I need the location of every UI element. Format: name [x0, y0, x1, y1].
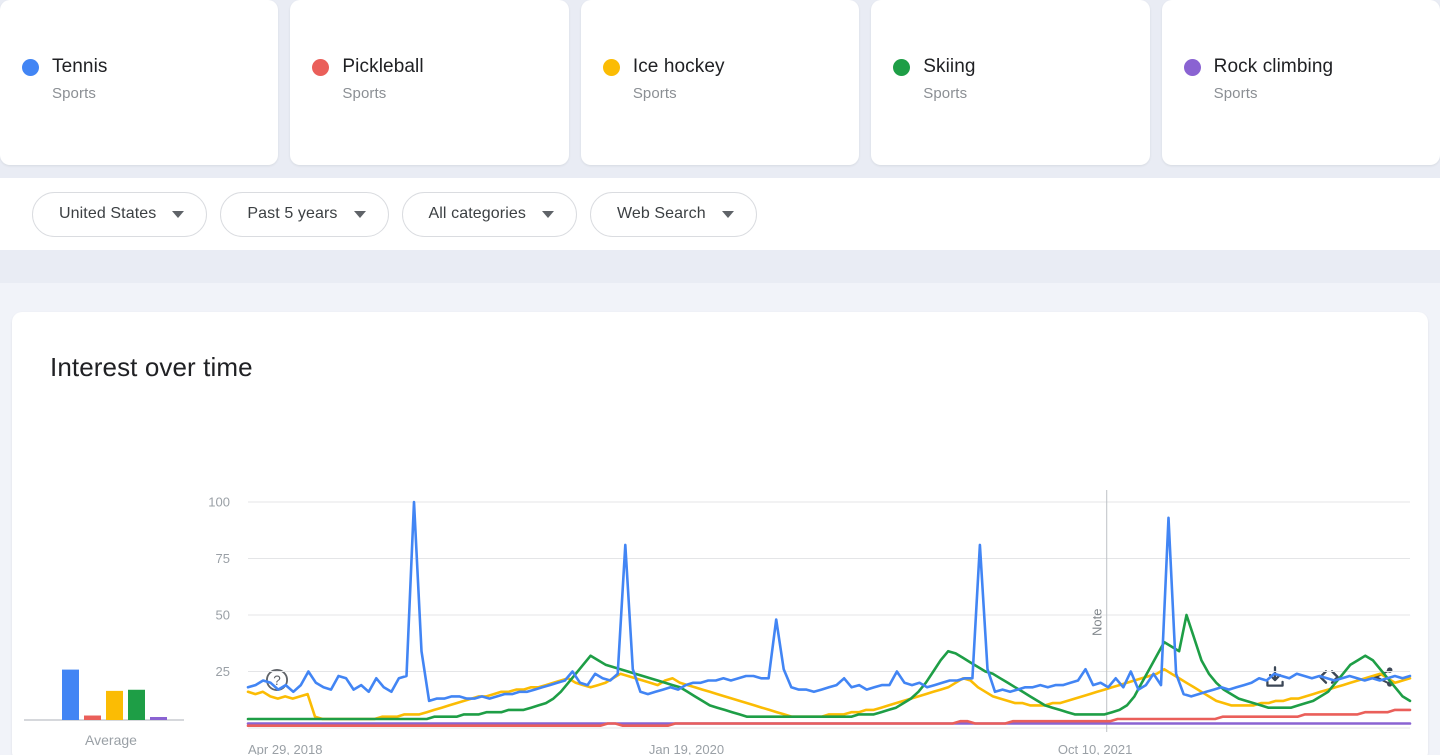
interest-over-time-chart[interactable]: 25 50 75 100 Note Apr 29, 2018 Jan 19, 2020 Oct…	[12, 424, 1428, 755]
term-color-dot	[22, 59, 39, 76]
average-bar	[128, 690, 145, 720]
filter-chip-region[interactable]: United States	[32, 192, 207, 237]
search-term-card[interactable]: Ice hockey Sports	[581, 0, 859, 165]
chart-line-skiing	[248, 615, 1410, 719]
term-color-dot	[1184, 59, 1201, 76]
term-category: Sports	[52, 85, 264, 102]
note-marker-label: Note	[1090, 609, 1105, 636]
chevron-down-icon	[722, 211, 734, 218]
search-term-card[interactable]: Rock climbing Sports	[1162, 0, 1440, 165]
y-axis-tick-label: 50	[216, 608, 230, 623]
panel-title: Interest over time	[50, 352, 253, 383]
term-category: Sports	[1214, 85, 1426, 102]
average-bar	[62, 670, 79, 720]
filter-chip-label: All categories	[429, 205, 526, 223]
filter-chip-time[interactable]: Past 5 years	[220, 192, 388, 237]
term-label: Tennis	[52, 56, 108, 78]
average-bar	[106, 691, 123, 720]
filter-chip-label: United States	[59, 205, 156, 223]
chevron-down-icon	[354, 211, 366, 218]
average-bar	[150, 717, 167, 720]
filter-chip-search[interactable]: Web Search	[590, 192, 757, 237]
filter-bar: United States Past 5 years All categories W…	[0, 178, 1440, 250]
term-category: Sports	[633, 85, 845, 102]
y-axis-tick-label: 75	[216, 551, 230, 566]
chevron-down-icon	[172, 211, 184, 218]
search-term-card[interactable]: Skiing Sports	[871, 0, 1149, 165]
term-color-dot	[603, 59, 620, 76]
term-category: Sports	[923, 85, 1135, 102]
average-chart-label: Average	[85, 732, 137, 748]
x-axis-tick-label: Apr 29, 2018	[248, 742, 322, 755]
y-axis-tick-label: 100	[208, 495, 230, 510]
term-color-dot	[312, 59, 329, 76]
term-category: Sports	[342, 85, 554, 102]
y-axis-tick-label: 25	[216, 664, 230, 679]
filter-chip-label: Past 5 years	[247, 205, 337, 223]
average-bar	[84, 716, 101, 720]
x-axis-tick-label: Oct 10, 2021	[1058, 742, 1132, 755]
search-term-card[interactable]: Pickleball Sports	[290, 0, 568, 165]
filter-chip-label: Web Search	[617, 205, 706, 223]
chevron-down-icon	[542, 211, 554, 218]
term-color-dot	[893, 59, 910, 76]
chart-line-ice-hockey	[248, 669, 1410, 719]
term-label: Skiing	[923, 56, 975, 78]
search-term-card[interactable]: Tennis Sports	[0, 0, 278, 165]
term-label: Ice hockey	[633, 56, 725, 78]
term-label: Rock climbing	[1214, 56, 1334, 78]
search-term-cards: Tennis Sports Pickleball Sports Ice hockey Sp…	[0, 0, 1440, 165]
chart-canvas[interactable]: 25 50 75 100 Note Apr 29, 2018 Jan 19, 2020 Oct…	[12, 424, 1428, 755]
term-label: Pickleball	[342, 56, 423, 78]
interest-over-time-panel: Interest over time ? 255075100NoteApr 2	[12, 312, 1428, 755]
filter-chip-category[interactable]: All categories	[402, 192, 577, 237]
x-axis-tick-label: Jan 19, 2020	[649, 742, 724, 755]
